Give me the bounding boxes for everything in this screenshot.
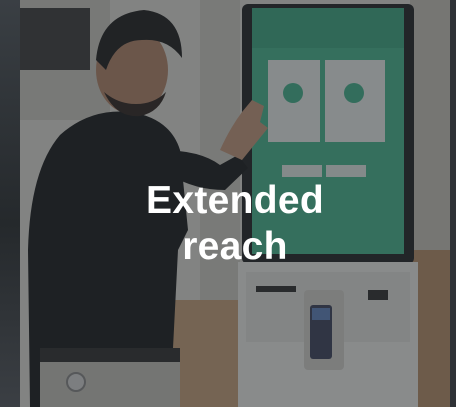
card-heading: Extended reach (20, 178, 450, 270)
next-slide-edge[interactable] (450, 0, 456, 407)
heading-line-2: reach (182, 225, 288, 268)
heading-line-1: Extended (146, 179, 324, 222)
carousel-stage: Extended reach (0, 0, 456, 407)
feature-card[interactable]: Extended reach (20, 0, 450, 407)
previous-slide-edge[interactable] (0, 0, 20, 407)
